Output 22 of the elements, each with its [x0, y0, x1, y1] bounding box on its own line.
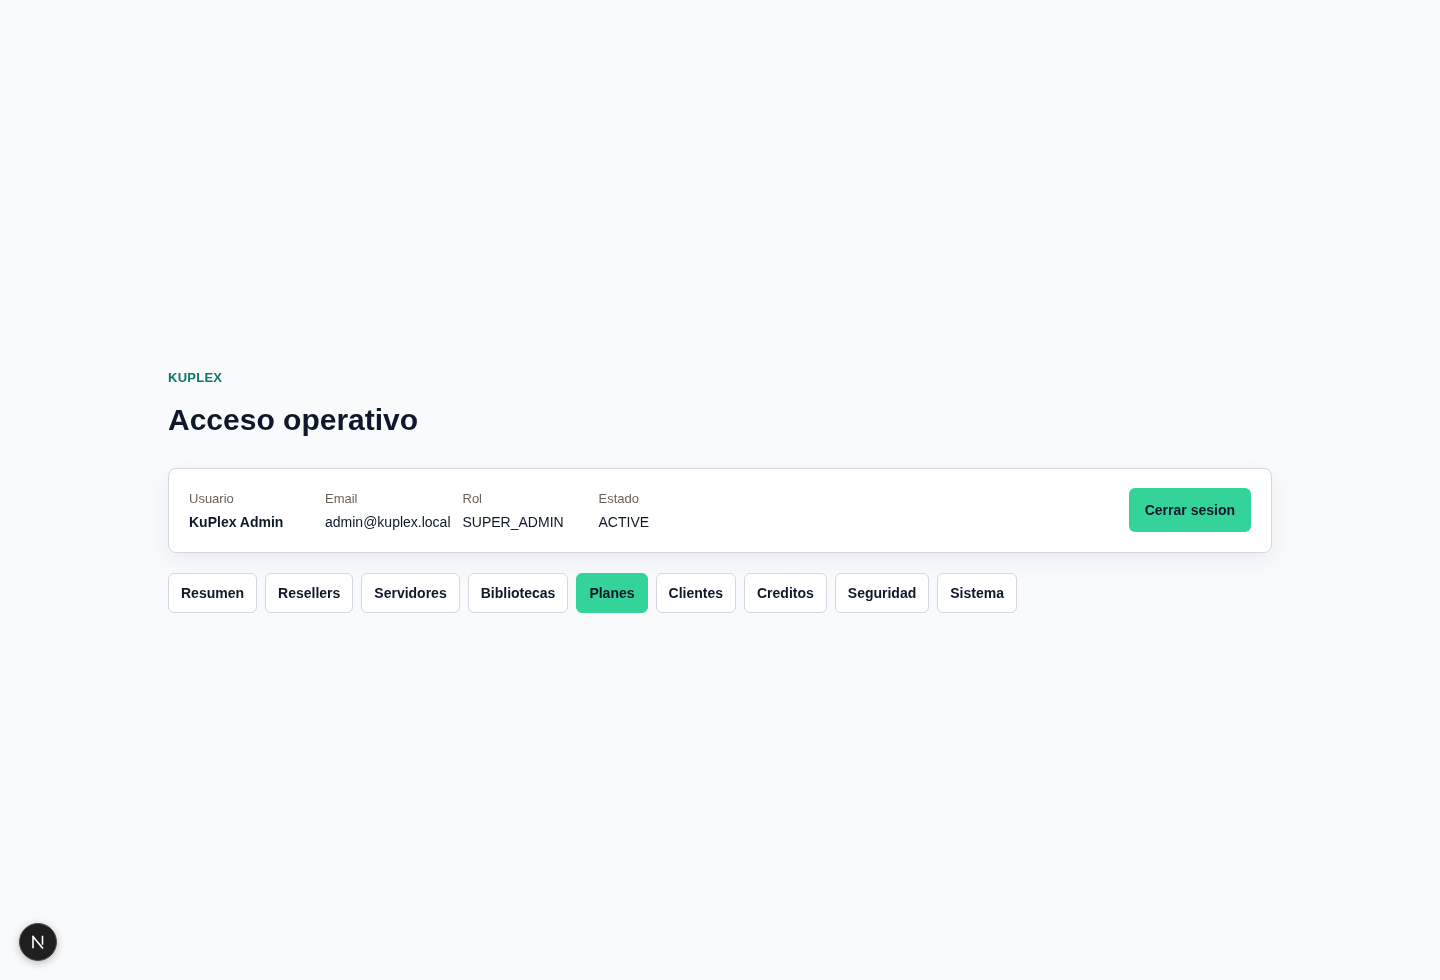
field-label: Email: [325, 489, 359, 507]
nav-tab[interactable]: Servidores: [361, 572, 460, 613]
brand-label: KUPLEX: [168, 369, 223, 386]
field-value: SUPER_ADMIN: [462, 513, 565, 531]
nav-tab[interactable]: Creditos: [744, 572, 827, 613]
logout-button[interactable]: Cerrar sesion: [1128, 488, 1251, 532]
nav-tab[interactable]: Clientes: [655, 572, 736, 613]
logo-icon: [31, 935, 45, 949]
nav-tab[interactable]: Sistema: [937, 572, 1017, 613]
nav-tab[interactable]: Resumen: [168, 572, 258, 613]
dev-tools-button[interactable]: [19, 923, 57, 961]
field-value: admin@kuplex.local: [325, 513, 451, 531]
field-value: KuPlex Admin: [189, 513, 285, 531]
field-label: Usuario: [189, 489, 235, 507]
nav-tab[interactable]: Resellers: [265, 572, 354, 613]
page-title: Acceso operativo: [168, 401, 419, 438]
nav-tab[interactable]: Seguridad: [834, 572, 930, 613]
field-label: Estado: [598, 489, 640, 507]
nav-tab[interactable]: Bibliotecas: [467, 572, 569, 613]
nav-tab[interactable]: Planes: [576, 572, 648, 613]
field-value: ACTIVE: [598, 513, 651, 531]
field-label: Rol: [462, 489, 483, 507]
